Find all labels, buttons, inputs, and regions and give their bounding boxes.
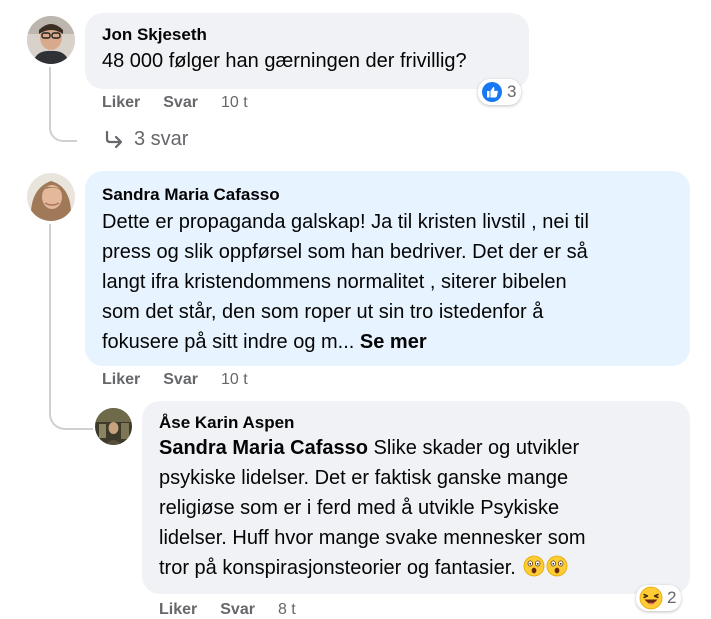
timestamp[interactable]: 10 t bbox=[221, 94, 248, 112]
thread-line bbox=[49, 224, 51, 384]
astonished-face-icon bbox=[547, 555, 568, 577]
comment-actions: Liker Svar 10 t bbox=[102, 94, 248, 112]
astonished-face-icon bbox=[524, 555, 545, 577]
comment-text-line: som det står, den som roper ut sin tro i… bbox=[102, 301, 544, 323]
avatar-photo-icon bbox=[95, 408, 132, 445]
comment-text-line: Sandra Maria Cafasso Slike skader og utv… bbox=[159, 433, 674, 463]
comment-text: Slike skader og utvikler bbox=[367, 437, 580, 459]
avatar-photo-icon bbox=[27, 16, 75, 64]
reaction-count[interactable]: 2 bbox=[636, 585, 682, 611]
comment-text-line: fokusere på sitt indre og m... Se mer bbox=[102, 327, 674, 357]
reply-button[interactable]: Svar bbox=[163, 94, 198, 112]
comment-actions: Liker Svar 8 t bbox=[159, 601, 296, 619]
comment-text: tror på konspirasjonsteorier og fantasie… bbox=[159, 557, 516, 579]
like-button[interactable]: Liker bbox=[159, 601, 197, 619]
reaction-count[interactable]: 3 bbox=[478, 79, 522, 105]
reply-arrow-icon bbox=[105, 130, 123, 148]
reaction-count-number: 3 bbox=[507, 82, 517, 101]
comment-text-line: press og slik oppførsel som han bedriver… bbox=[102, 241, 588, 263]
timestamp[interactable]: 8 t bbox=[278, 601, 296, 619]
thread-curve bbox=[49, 112, 77, 142]
avatar-sandra-maria-cafasso[interactable] bbox=[27, 173, 75, 221]
laughing-reaction-icon bbox=[639, 586, 663, 610]
comment-text-line: religiøse som er i ferd med å utvikle Ps… bbox=[159, 497, 560, 519]
reply-button[interactable]: Svar bbox=[220, 601, 255, 619]
comment-text-line: langt ifra kristendommens normalitet , s… bbox=[102, 271, 567, 293]
comment-text: 48 000 følger han gærningen der frivilli… bbox=[102, 50, 467, 72]
comment-author[interactable]: Jon Skjeseth bbox=[102, 25, 513, 45]
reaction-count-number: 2 bbox=[667, 588, 677, 607]
like-reaction-icon bbox=[482, 82, 502, 102]
like-button[interactable]: Liker bbox=[102, 371, 140, 389]
timestamp[interactable]: 10 t bbox=[221, 371, 248, 389]
comment-text-line: Dette er propaganda galskap! Ja til kris… bbox=[102, 211, 589, 233]
comment-text-line: psykiske lidelser. Det er faktisk ganske… bbox=[159, 467, 569, 489]
view-replies-label: 3 svar bbox=[134, 128, 189, 150]
view-replies-link[interactable]: 3 svar bbox=[103, 128, 188, 151]
mention-link[interactable]: Sandra Maria Cafasso bbox=[159, 437, 368, 459]
avatar-photo-icon bbox=[27, 173, 75, 221]
reply-bubble: Åse Karin Aspen Sandra Maria Cafasso Sli… bbox=[142, 401, 690, 594]
thread-curve bbox=[49, 384, 93, 430]
comment-bubble: Sandra Maria Cafasso Dette er propaganda… bbox=[85, 171, 690, 366]
comment-author[interactable]: Åse Karin Aspen bbox=[159, 413, 674, 433]
comment-bubble: Jon Skjeseth 48 000 følger han gærningen… bbox=[85, 13, 529, 89]
like-button[interactable]: Liker bbox=[102, 94, 140, 112]
comment-author[interactable]: Sandra Maria Cafasso bbox=[102, 185, 674, 205]
see-more-link[interactable]: Se mer bbox=[360, 331, 427, 353]
comment-text-truncated: fokusere på sitt indre og m... bbox=[102, 331, 355, 353]
reply-button[interactable]: Svar bbox=[163, 371, 198, 389]
avatar-jon-skjeseth[interactable] bbox=[27, 16, 75, 64]
avatar-ase-karin-aspen[interactable] bbox=[95, 408, 132, 445]
comment-text-line: tror på konspirasjonsteorier og fantasie… bbox=[159, 553, 674, 583]
comment-actions: Liker Svar 10 t bbox=[102, 371, 248, 389]
comment-text-line: lidelser. Huff hvor mange svake menneske… bbox=[159, 527, 586, 549]
